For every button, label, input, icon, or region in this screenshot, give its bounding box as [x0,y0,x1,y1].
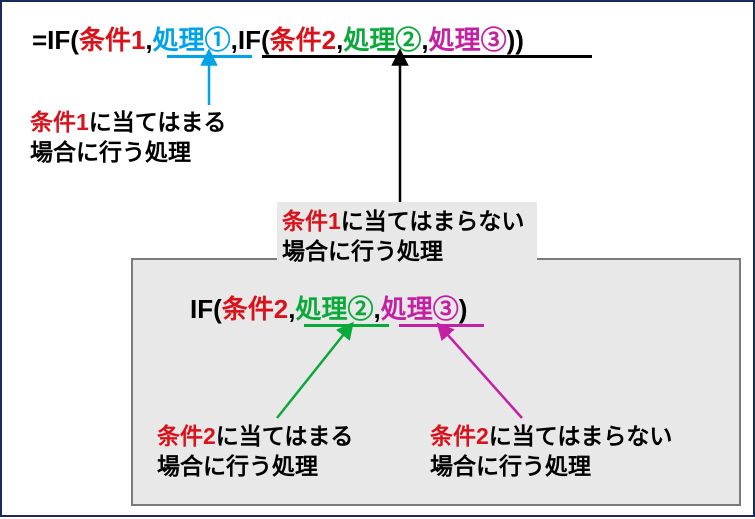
comma-if: ,IF( [231,25,270,55]
inner-formula: IF(条件2,処理②,処理③) [190,289,467,326]
top-formula: =IF(条件1,処理①,IF(条件2,処理②,処理③)) [32,20,524,57]
cond2: 条件2 [222,294,288,324]
underline-nested-if [262,55,592,58]
close: ) [459,294,468,324]
caption-proc2: 条件2に当てはまる 場合に行う処理 [157,422,353,482]
comma: , [145,25,152,55]
txt: =IF( [32,25,79,55]
txt: に当てはまる [89,109,227,135]
txt: 場合に行う処理 [282,238,443,264]
caption-nested: 条件1に当てはまらない 場合に行う処理 [282,207,524,267]
underline-proc1 [167,55,252,58]
proc1: 処理① [153,25,231,55]
txt: 場合に行う処理 [430,453,591,479]
comma: , [373,294,380,324]
emph: 条件1 [30,109,89,135]
cond2: 条件2 [270,25,336,55]
caption-proc1: 条件1に当てはまる 場合に行う処理 [30,108,226,168]
emph: 条件2 [430,423,489,449]
txt: に当てはまらない [489,423,673,449]
cond1: 条件1 [79,25,145,55]
emph: 条件2 [157,423,216,449]
emph: 条件1 [282,208,341,234]
underline-proc3 [399,324,484,327]
underline-proc2 [304,324,389,327]
proc2: 処理② [343,25,421,55]
comma: , [421,25,428,55]
txt: に当てはまらない [341,208,525,234]
proc3: 処理③ [429,25,507,55]
if: IF( [190,294,222,324]
proc3: 処理③ [381,294,459,324]
txt: に当てはまる [216,423,354,449]
txt: 場合に行う処理 [30,139,191,165]
proc2: 処理② [295,294,373,324]
caption-proc3: 条件2に当てはまらない 場合に行う処理 [430,422,672,482]
txt: 場合に行う処理 [157,453,318,479]
close: )) [507,25,524,55]
